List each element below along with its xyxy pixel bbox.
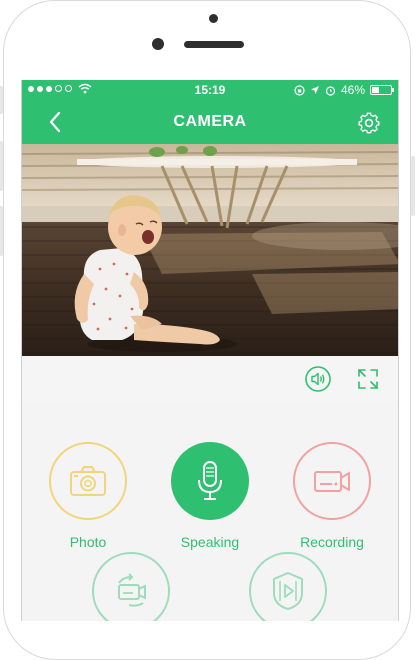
status-bar: 15:19 46% [22, 80, 398, 100]
recording-circle [293, 442, 371, 520]
fullscreen-icon[interactable] [354, 365, 382, 393]
battery-percent: 46% [340, 83, 365, 97]
speaking-button[interactable]: Speaking [168, 442, 252, 550]
photo-circle [49, 442, 127, 520]
playback-circle [249, 552, 327, 621]
speaking-label: Speaking [180, 534, 240, 550]
recording-label: Recording [300, 534, 364, 550]
camera-feed[interactable] [22, 144, 398, 356]
rotate-video-button[interactable] [89, 552, 173, 621]
recording-button[interactable]: Recording [290, 442, 374, 550]
rotate-video-circle [92, 552, 170, 621]
battery-fill [372, 87, 379, 93]
earpiece-speaker [184, 41, 244, 48]
nav-bar: CAMERA [22, 100, 398, 144]
volume-up-button [0, 141, 3, 191]
status-right: 46% [294, 83, 394, 97]
video-play-icon [273, 571, 303, 611]
mute-switch [0, 86, 3, 114]
playback-button[interactable] [246, 552, 330, 621]
gear-icon[interactable] [356, 110, 382, 136]
action-panel: Photo Speaking Recording [22, 402, 398, 621]
alarm-icon [325, 85, 336, 96]
camera-icon [70, 466, 106, 496]
camera-feed-image [22, 144, 398, 356]
microphone-icon [198, 461, 222, 500]
volume-down-button [0, 206, 3, 256]
proximity-sensor [209, 14, 218, 23]
photo-button[interactable]: Photo [46, 442, 130, 550]
photo-label: Photo [69, 534, 107, 550]
page-title: CAMERA [173, 113, 247, 130]
speaking-circle [171, 442, 249, 520]
video-controls-bar [22, 356, 398, 403]
battery-icon [370, 85, 394, 95]
power-button [411, 156, 415, 216]
rotation-lock-icon [294, 84, 305, 96]
speaker-icon[interactable] [304, 365, 332, 393]
video-rotate-icon [118, 573, 146, 607]
app-screen: 15:19 46% CAMERA Photo Speaking Recordin… [21, 80, 399, 621]
video-camera-icon [314, 471, 350, 492]
location-icon [310, 86, 319, 94]
front-camera [152, 38, 164, 50]
